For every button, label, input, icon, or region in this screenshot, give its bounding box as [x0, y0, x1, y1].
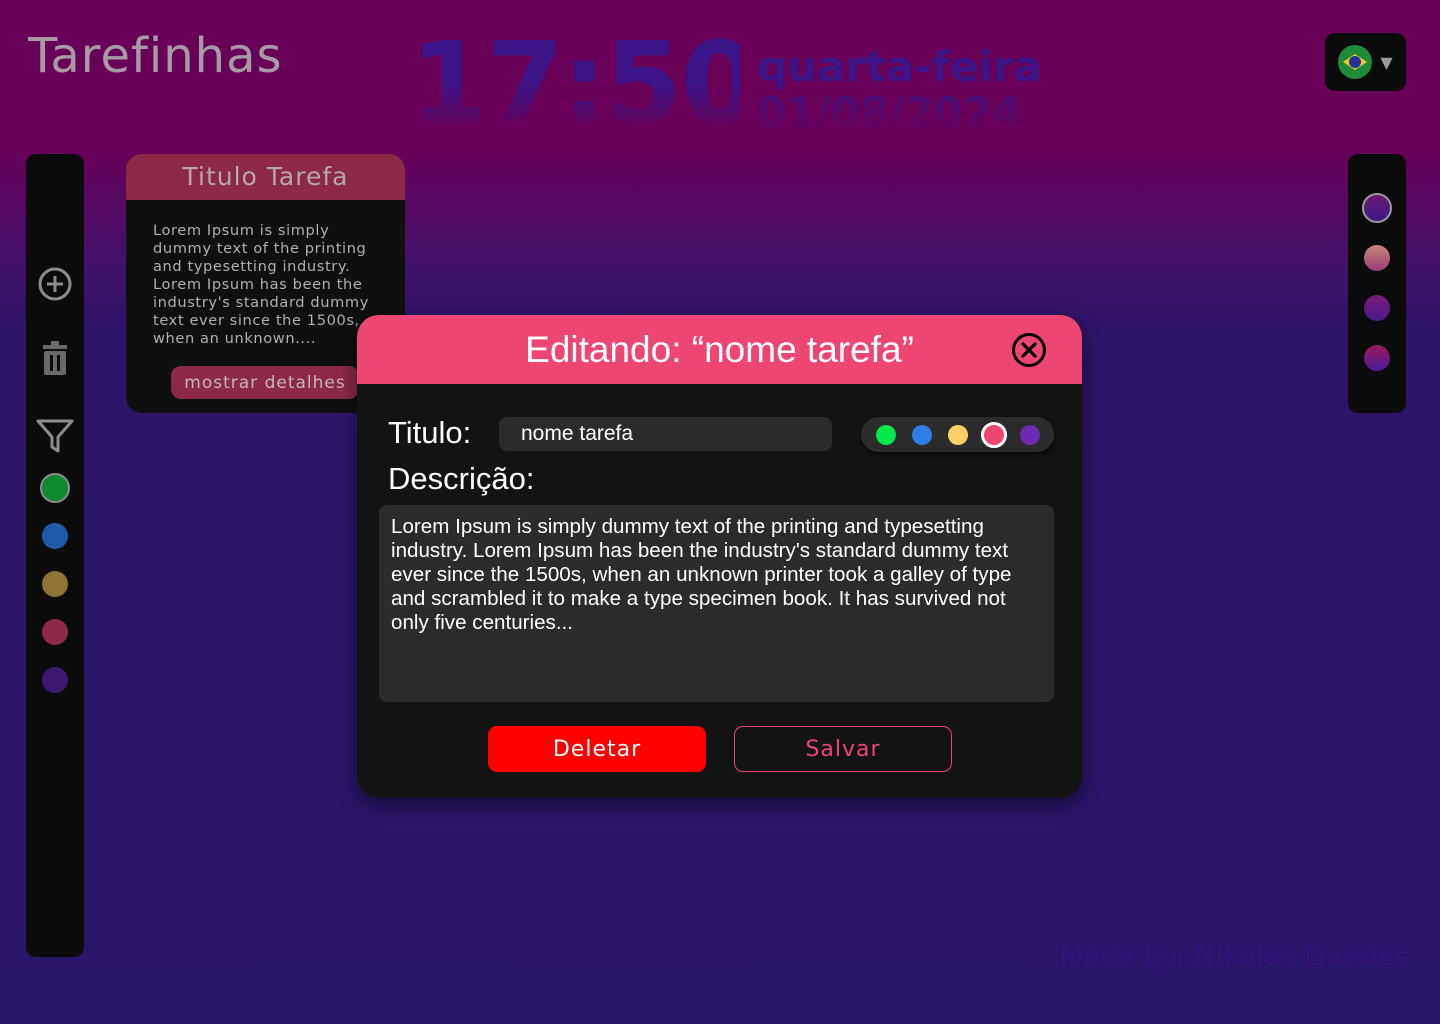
color-picker: [861, 417, 1054, 452]
modal-header: Editando: “nome tarefa”: [357, 315, 1082, 384]
filter-color-green[interactable]: [40, 473, 70, 503]
description-label: Descrição:: [388, 461, 535, 496]
filter-color-purple[interactable]: [42, 667, 68, 693]
save-button[interactable]: Salvar: [734, 726, 952, 772]
app-title: Tarefinhas: [28, 28, 283, 84]
edit-task-modal: Editando: “nome tarefa” Titulo: Descriçã…: [357, 315, 1082, 798]
theme-option-purple[interactable]: [1362, 193, 1392, 223]
color-option-yellow[interactable]: [948, 425, 968, 445]
footer-credit: Made by: Nikolas Guedes: [1060, 942, 1410, 972]
left-sidebar: [26, 154, 84, 957]
language-selector[interactable]: ▼: [1325, 33, 1406, 91]
color-option-pink-selected[interactable]: [981, 422, 1007, 448]
filter-color-blue[interactable]: [42, 523, 68, 549]
close-icon[interactable]: [1011, 332, 1047, 368]
theme-option-peach[interactable]: [1364, 245, 1390, 271]
color-option-green[interactable]: [876, 425, 896, 445]
add-circle-icon[interactable]: [37, 266, 73, 306]
theme-option-violet[interactable]: [1364, 295, 1390, 321]
clock-time: 17:50: [410, 28, 740, 128]
weekday-label: quarta-feira: [757, 44, 1043, 91]
clock-date: quarta-feira 01/08/2024: [757, 44, 1077, 130]
color-option-purple[interactable]: [1020, 425, 1040, 445]
title-label: Titulo:: [388, 415, 472, 450]
color-option-blue[interactable]: [912, 425, 932, 445]
title-input[interactable]: [499, 417, 832, 451]
filter-color-red[interactable]: [42, 619, 68, 645]
theme-sidebar: [1348, 154, 1406, 413]
modal-title: Editando: “nome tarefa”: [525, 329, 914, 370]
description-textarea[interactable]: Lorem Ipsum is simply dummy text of the …: [379, 505, 1054, 702]
trash-icon[interactable]: [42, 340, 68, 380]
date-label: 01/08/2024: [757, 88, 1022, 131]
task-card-title: Titulo Tarefa: [126, 154, 405, 200]
theme-option-magenta[interactable]: [1364, 345, 1390, 371]
filter-icon[interactable]: [36, 418, 74, 458]
caret-down-icon: ▼: [1380, 52, 1393, 72]
filter-color-yellow[interactable]: [42, 571, 68, 597]
show-details-button[interactable]: mostrar detalhes: [171, 366, 359, 399]
delete-button[interactable]: Deletar: [488, 726, 706, 772]
brazil-flag-icon: [1338, 45, 1373, 79]
